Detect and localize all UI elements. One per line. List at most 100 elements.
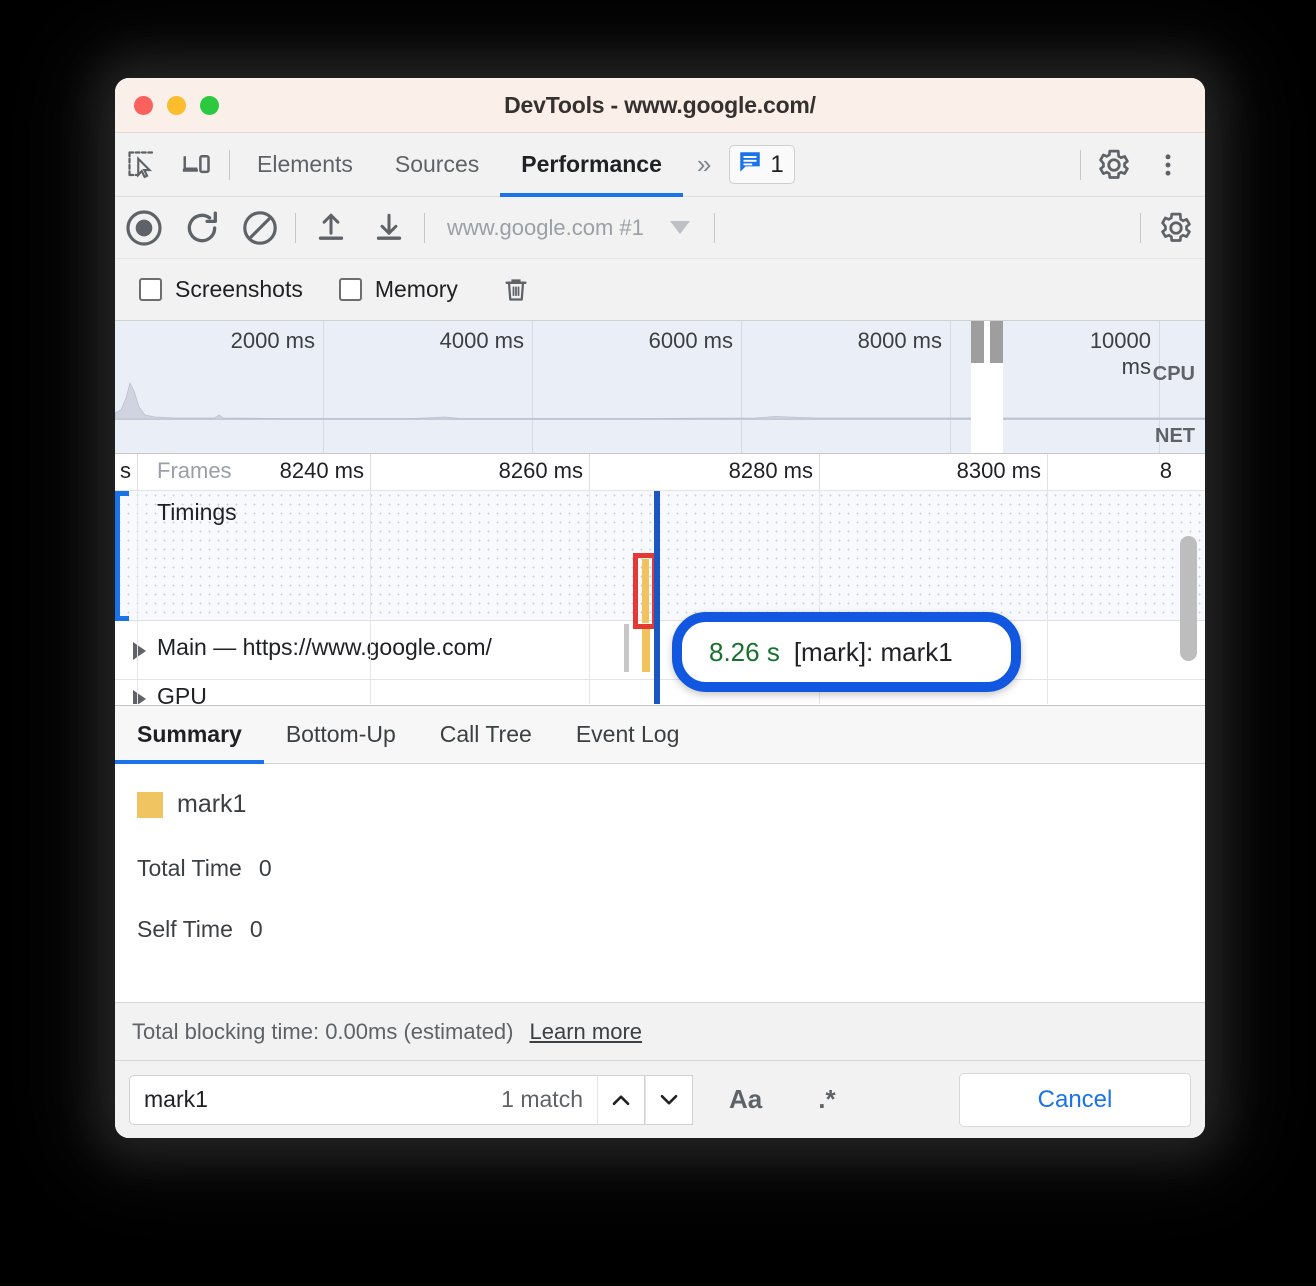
event-color-swatch bbox=[137, 792, 163, 818]
perf-toolbar-divider-1 bbox=[295, 213, 296, 243]
maximize-window-button[interactable] bbox=[200, 96, 219, 115]
search-input[interactable]: mark1 1 match bbox=[129, 1075, 597, 1125]
ruler-gridline bbox=[370, 454, 371, 490]
device-toolbar-icon[interactable] bbox=[169, 140, 223, 190]
gear-icon[interactable] bbox=[1087, 140, 1141, 190]
frames-track-label: Frames bbox=[157, 458, 232, 484]
flame-chart-scrollbar[interactable] bbox=[1180, 536, 1197, 661]
session-selector-label[interactable]: www.google.com #1 bbox=[447, 215, 644, 241]
track-gpu-label: GPU bbox=[157, 683, 207, 704]
ruler-tick-label: 8240 ms bbox=[280, 458, 370, 484]
tab-summary[interactable]: Summary bbox=[115, 705, 264, 763]
tab-bottom-up-label: Bottom-Up bbox=[286, 721, 396, 748]
inspect-element-icon[interactable] bbox=[115, 140, 169, 190]
issues-message-icon bbox=[737, 149, 763, 180]
performance-toolbar: www.google.com #1 bbox=[115, 197, 1205, 259]
match-case-button[interactable]: Aa bbox=[719, 1084, 772, 1115]
tab-elements-label: Elements bbox=[257, 151, 353, 178]
record-circle-icon[interactable] bbox=[115, 199, 173, 257]
track-gridline bbox=[137, 491, 138, 704]
close-window-button[interactable] bbox=[134, 96, 153, 115]
capture-settings-gear-icon[interactable] bbox=[1147, 199, 1205, 257]
tab-call-tree[interactable]: Call Tree bbox=[418, 705, 554, 763]
overview-tick-label: 6000 ms bbox=[649, 328, 741, 354]
ruler-gridline bbox=[1047, 454, 1048, 490]
track-gridline bbox=[1047, 491, 1048, 704]
download-profile-icon[interactable] bbox=[360, 199, 418, 257]
track-gpu[interactable]: GPU bbox=[115, 681, 1205, 704]
total-blocking-time-bar: Total blocking time: 0.00ms (estimated) … bbox=[115, 1002, 1205, 1060]
learn-more-link[interactable]: Learn more bbox=[530, 1019, 643, 1045]
issues-badge[interactable]: 1 bbox=[729, 145, 794, 184]
overview-tick-label: 2000 ms bbox=[231, 328, 323, 354]
total-time-value: 0 bbox=[259, 855, 272, 882]
main-track-mark-bar[interactable] bbox=[642, 624, 650, 672]
tooltip-timestamp: 8.26 s bbox=[709, 637, 780, 668]
minimize-window-button[interactable] bbox=[167, 96, 186, 115]
timeline-cursor-line bbox=[654, 491, 660, 704]
screenshots-checkbox[interactable]: Screenshots bbox=[139, 276, 303, 303]
self-time-value: 0 bbox=[250, 916, 263, 943]
overview-net-divider bbox=[115, 419, 1205, 420]
total-blocking-time-text: Total blocking time: 0.00ms (estimated) bbox=[132, 1019, 514, 1045]
ruler-tick-label: 8280 ms bbox=[729, 458, 819, 484]
tab-event-log[interactable]: Event Log bbox=[554, 705, 702, 763]
overview-selection-handle-left[interactable] bbox=[971, 321, 984, 363]
reload-record-icon[interactable] bbox=[173, 199, 231, 257]
tab-sources[interactable]: Sources bbox=[374, 133, 500, 197]
total-time-label: Total Time bbox=[137, 855, 242, 882]
self-time-label: Self Time bbox=[137, 916, 233, 943]
track-timings-label: Timings bbox=[157, 499, 237, 526]
tab-event-log-label: Event Log bbox=[576, 721, 680, 748]
clear-no-entry-icon[interactable] bbox=[231, 199, 289, 257]
regex-button[interactable]: .* bbox=[808, 1084, 845, 1115]
traffic-lights bbox=[134, 96, 219, 115]
chevron-down-icon bbox=[656, 1087, 682, 1113]
overview-tick-label: 4000 ms bbox=[440, 328, 532, 354]
window-title: DevTools - www.google.com/ bbox=[115, 92, 1205, 119]
event-tooltip: 8.26 s [mark]: mark1 bbox=[672, 612, 1021, 692]
flame-chart-ruler: s Frames 8240 ms 8260 ms 8280 ms 8300 ms… bbox=[115, 454, 1205, 491]
flame-chart-panel[interactable]: s Frames 8240 ms 8260 ms 8280 ms 8300 ms… bbox=[115, 454, 1205, 704]
main-track-event-bar[interactable] bbox=[624, 624, 629, 672]
search-prev-button[interactable] bbox=[597, 1075, 645, 1125]
three-dots-icon[interactable] bbox=[1141, 140, 1195, 190]
overview-selection-handle-right[interactable] bbox=[990, 321, 1003, 363]
more-tabs-chevron-icon[interactable]: » bbox=[683, 149, 719, 180]
expand-triangle-icon[interactable] bbox=[133, 690, 146, 704]
memory-checkbox[interactable]: Memory bbox=[339, 276, 458, 303]
summary-stat-total-time: Total Time 0 bbox=[137, 855, 1205, 882]
search-bar: mark1 1 match Aa .* Cancel bbox=[115, 1060, 1205, 1138]
caret-down-icon[interactable] bbox=[670, 221, 690, 234]
ruler-tick-label: s bbox=[120, 458, 137, 484]
perf-toolbar-divider-4 bbox=[1140, 213, 1141, 243]
summary-panel: mark1 Total Time 0 Self Time 0 bbox=[115, 764, 1205, 996]
track-timings-selection-outline bbox=[115, 491, 129, 621]
track-main[interactable]: Main — https://www.google.com/ bbox=[115, 622, 1205, 680]
expand-triangle-icon[interactable] bbox=[133, 642, 146, 660]
tab-elements[interactable]: Elements bbox=[236, 133, 374, 197]
search-next-button[interactable] bbox=[645, 1075, 693, 1125]
search-match-count: 1 match bbox=[501, 1086, 583, 1113]
track-timings[interactable]: Timings bbox=[115, 491, 1205, 621]
memory-checkbox-box[interactable] bbox=[339, 278, 362, 301]
overview-net-label: NET bbox=[1155, 425, 1195, 448]
trash-icon[interactable] bbox=[494, 268, 538, 312]
tab-sources-label: Sources bbox=[395, 151, 479, 178]
devtools-tabstrip: Elements Sources Performance » 1 bbox=[115, 133, 1205, 197]
upload-profile-icon[interactable] bbox=[302, 199, 360, 257]
track-gridline bbox=[589, 491, 590, 704]
timeline-overview[interactable]: 2000 ms 4000 ms 6000 ms 8000 ms 10000 ms… bbox=[115, 321, 1205, 454]
tab-performance[interactable]: Performance bbox=[500, 133, 683, 197]
cancel-button[interactable]: Cancel bbox=[959, 1073, 1191, 1127]
chevron-up-icon bbox=[608, 1087, 634, 1113]
tab-bottom-up[interactable]: Bottom-Up bbox=[264, 705, 418, 763]
perf-toolbar-divider-3 bbox=[714, 213, 715, 243]
screenshots-checkbox-box[interactable] bbox=[139, 278, 162, 301]
window-titlebar: DevTools - www.google.com/ bbox=[115, 78, 1205, 133]
flame-chart-tracks[interactable]: Timings Main — https://www.google.com/ G… bbox=[115, 491, 1205, 704]
overview-cpu-label: CPU bbox=[1153, 363, 1195, 386]
capture-options-row: Screenshots Memory bbox=[115, 259, 1205, 321]
details-drawer: Summary Bottom-Up Call Tree Event Log ma… bbox=[115, 705, 1205, 1138]
track-gridline bbox=[370, 491, 371, 704]
